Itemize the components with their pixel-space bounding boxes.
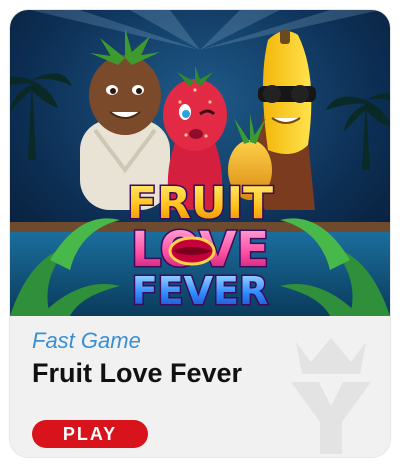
- lips-icon: [168, 236, 216, 266]
- game-card[interactable]: FRUIT LOVE FEVER Fast Game Fruit Love Fe…: [10, 10, 390, 457]
- crown-y-watermark-icon: [291, 338, 371, 454]
- game-info: Fast Game Fruit Love Fever PLAY: [10, 316, 390, 457]
- game-category: Fast Game: [32, 328, 141, 353]
- logo-word-fever: FEVER: [132, 269, 269, 313]
- game-title: Fruit Love Fever: [32, 358, 243, 388]
- game-thumbnail[interactable]: FRUIT LOVE FEVER: [10, 10, 390, 316]
- play-button[interactable]: PLAY: [32, 420, 148, 448]
